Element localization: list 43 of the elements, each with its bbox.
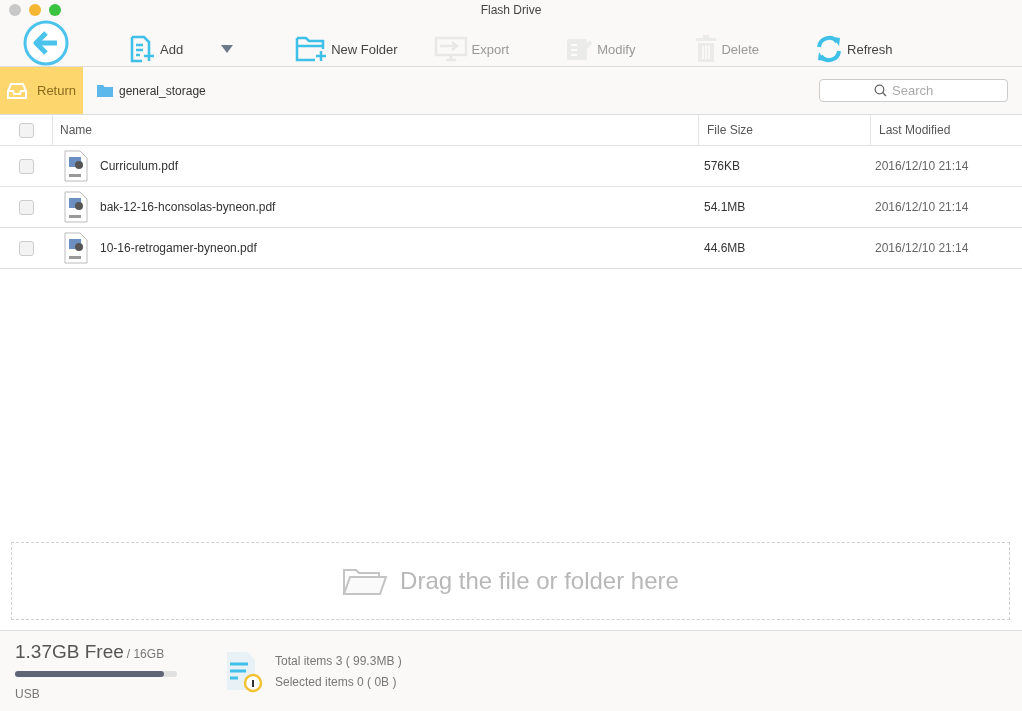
search-field[interactable]: Search xyxy=(819,79,1008,102)
window-title: Flash Drive xyxy=(479,3,543,17)
file-size: 576KB xyxy=(703,159,742,173)
back-button[interactable] xyxy=(22,20,70,66)
modified-date: 2016/12/10 21:14 xyxy=(874,159,970,173)
return-button[interactable]: Return xyxy=(0,67,83,114)
column-header[interactable]: Last Modified xyxy=(871,115,1022,145)
device-label: USB xyxy=(15,687,41,701)
folder-name: general_storage xyxy=(119,83,206,98)
modified-date: 2016/12/10 21:14 xyxy=(874,200,970,214)
caret-icon xyxy=(221,45,234,53)
total-capacity: / 16GB xyxy=(126,647,165,661)
zoom-button[interactable] xyxy=(49,4,61,16)
file-name: Curriculum.pdf xyxy=(100,159,179,173)
modified-date: 2016/12/10 21:14 xyxy=(874,241,970,255)
pdf-file-icon xyxy=(64,150,88,182)
minimize-button[interactable] xyxy=(29,4,41,16)
refresh-icon xyxy=(815,35,844,63)
file-name: bak-12-16-hconsolas-byneon.pdf xyxy=(100,200,276,214)
add-icon xyxy=(130,35,156,63)
selected-items: Selected items 0 ( 0B ) xyxy=(275,675,398,689)
checkbox[interactable] xyxy=(18,122,34,138)
checkbox[interactable] xyxy=(18,158,34,174)
pdf-file-icon xyxy=(64,191,88,223)
drop-hint: Drag the file or folder here xyxy=(400,567,679,595)
refresh-button[interactable]: Refresh xyxy=(815,32,893,66)
file-size: 44.6MB xyxy=(703,241,747,255)
column-header[interactable]: File Size xyxy=(699,115,871,145)
total-items: Total items 3 ( 99.3MB ) xyxy=(275,654,402,668)
file-size: 54.1MB xyxy=(703,200,747,214)
folder-icon xyxy=(97,84,113,97)
column-header[interactable]: Name xyxy=(53,115,699,145)
pdf-file-icon xyxy=(64,232,88,264)
close-button[interactable] xyxy=(9,4,21,16)
folder-icon xyxy=(342,566,389,596)
tray-icon xyxy=(7,82,27,99)
add-button[interactable]: Add xyxy=(130,32,184,66)
checkbox[interactable] xyxy=(18,240,34,256)
free-space: 1.37GB Free xyxy=(15,641,124,662)
new-folder-icon xyxy=(295,36,328,62)
file-name: 10-16-retrogamer-byneon.pdf xyxy=(100,241,257,255)
new-folder-button[interactable]: New Folder xyxy=(295,32,398,66)
checkbox[interactable] xyxy=(18,199,34,215)
